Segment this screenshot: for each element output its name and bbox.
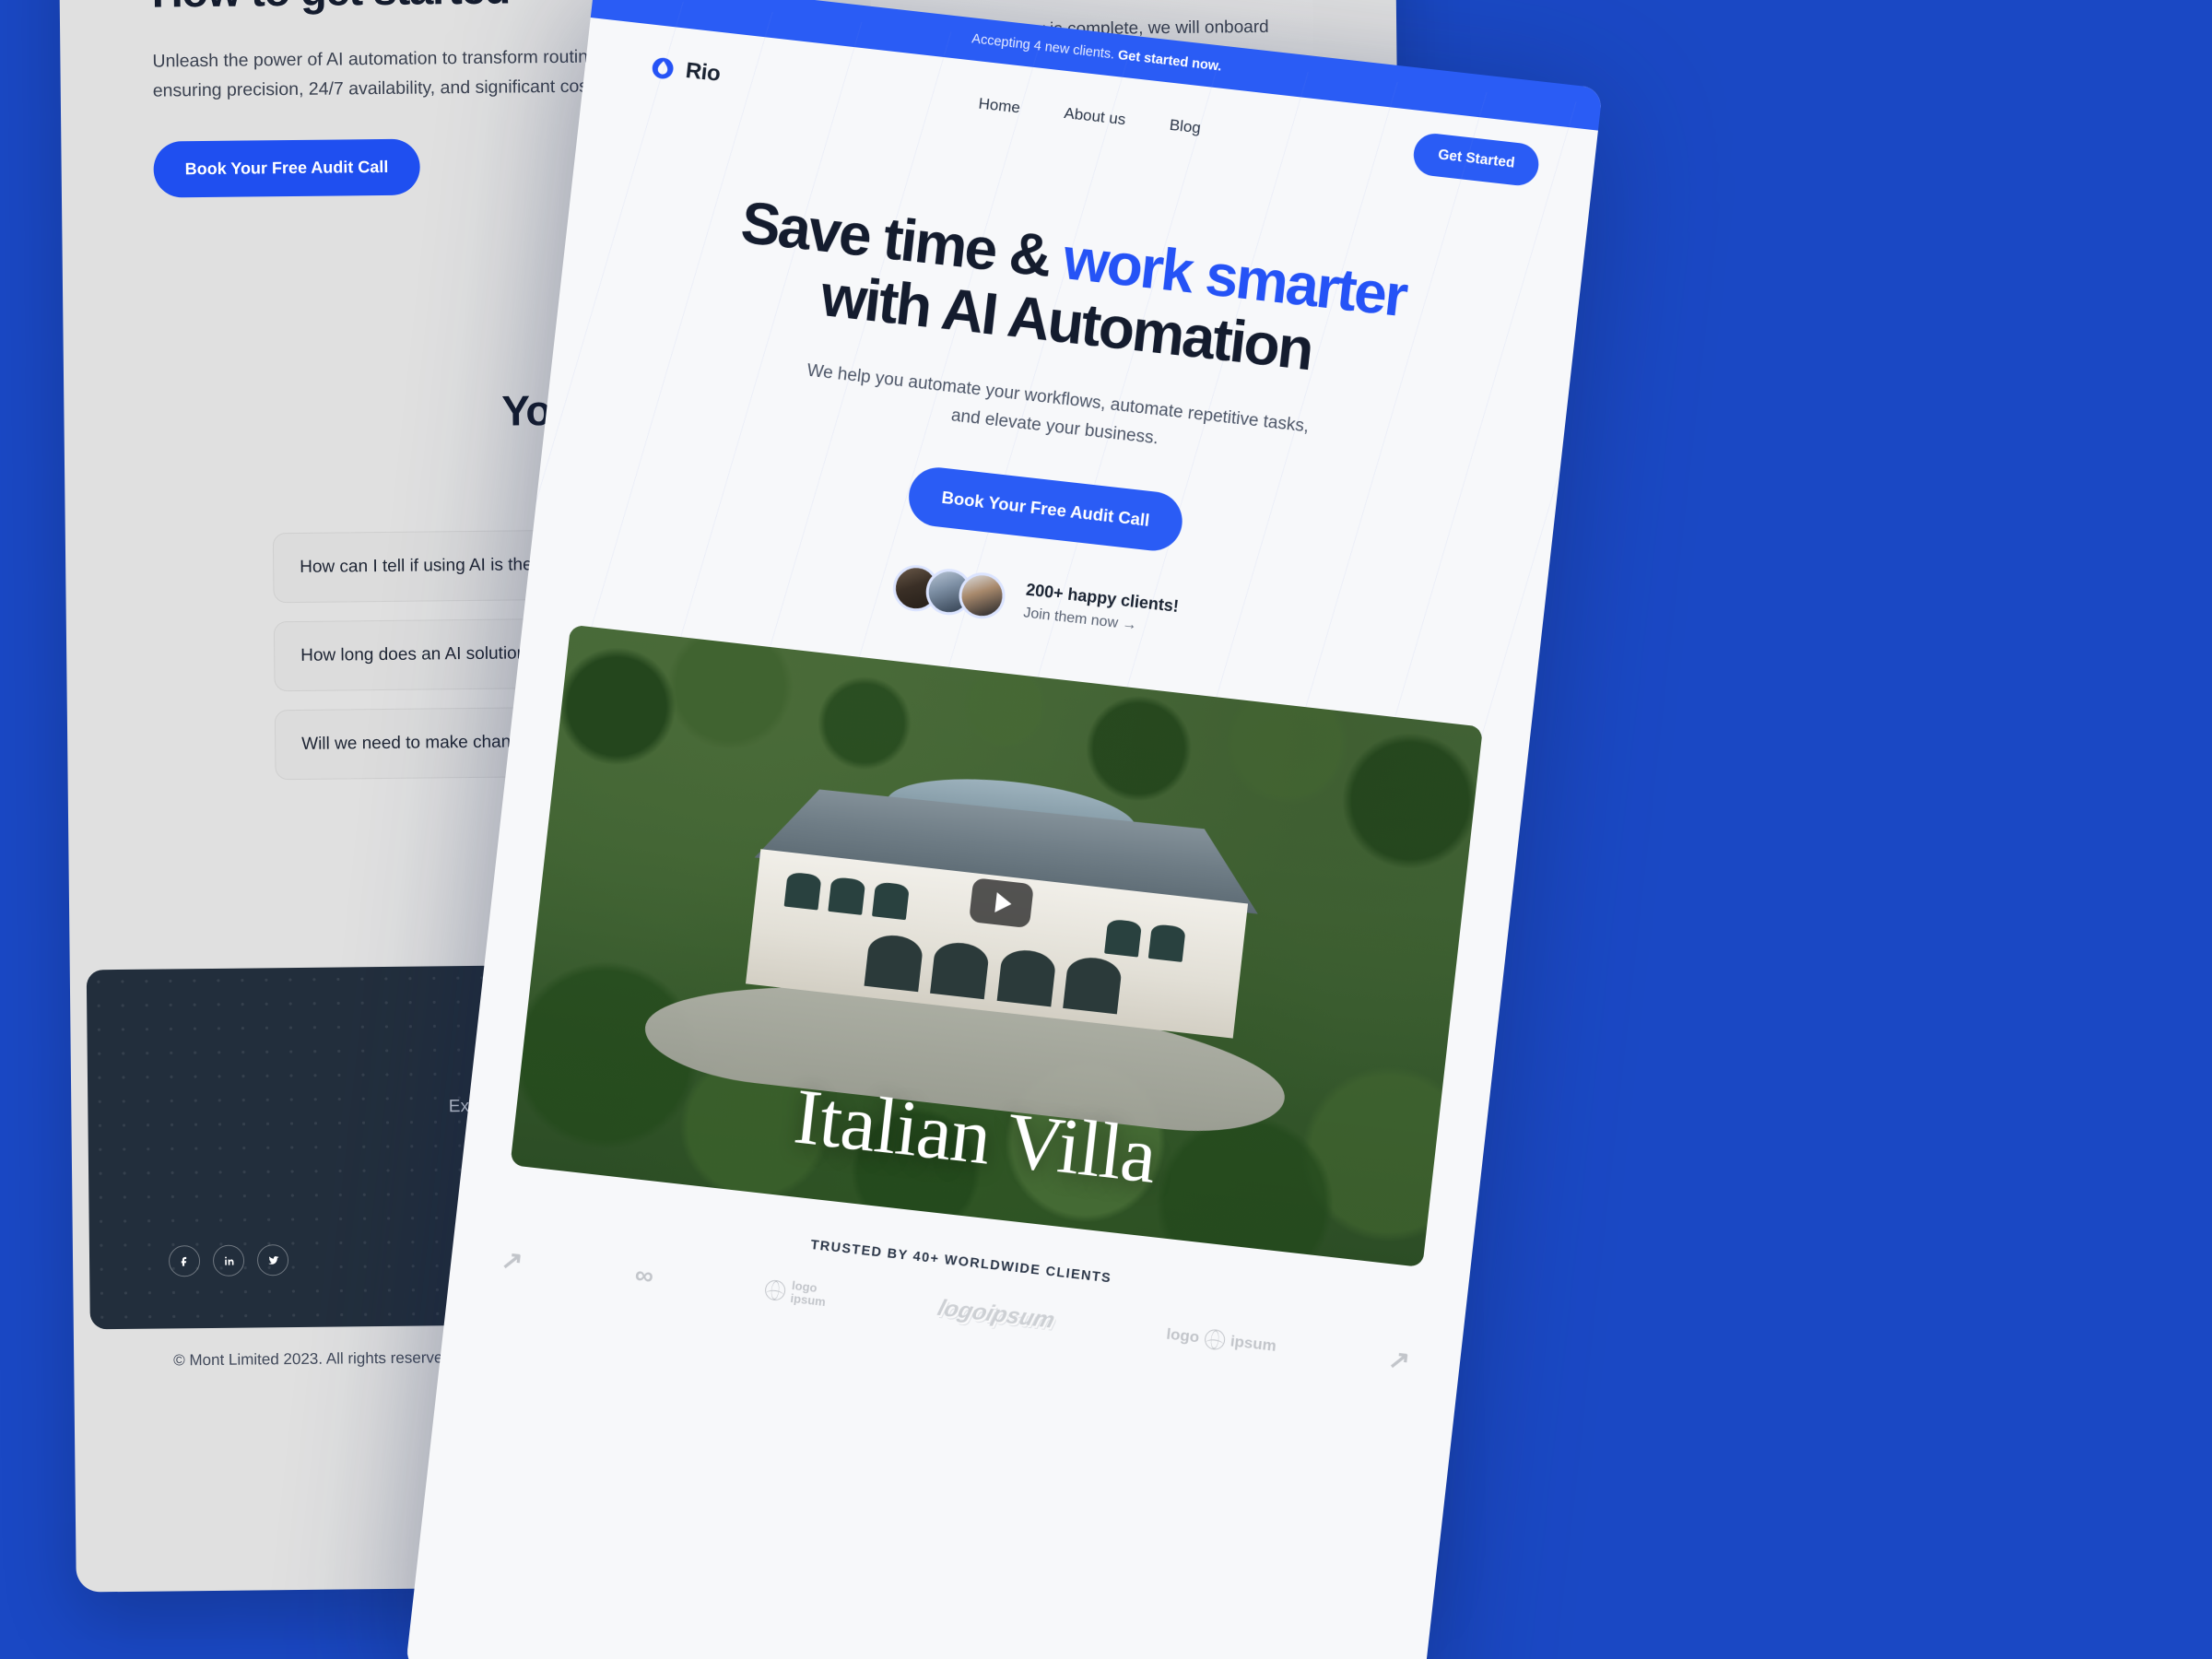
globe-icon	[1203, 1327, 1227, 1351]
avatar-group	[890, 562, 1007, 621]
nav-link-blog[interactable]: Blog	[1169, 116, 1202, 138]
client-logo-text2: ipsum	[789, 1290, 827, 1309]
client-logo: ∞	[633, 1259, 654, 1290]
nav-links: Home About us Blog	[978, 95, 1202, 138]
play-icon[interactable]	[969, 877, 1034, 929]
client-logo: ↗	[500, 1244, 524, 1277]
client-logo-text2: ipsum	[1230, 1331, 1277, 1355]
rio-droplet-logo-icon	[652, 57, 674, 79]
client-logo: logo ipsum	[1165, 1324, 1277, 1356]
hero-video-card[interactable]: Italian Villa	[510, 624, 1484, 1268]
announcement-plain: Accepting 4 new clients.	[971, 31, 1119, 64]
copyright-text: © Mont Limited 2023. All rights reserved…	[173, 1348, 456, 1370]
brand-logo[interactable]: Rio	[649, 54, 722, 88]
facebook-icon[interactable]	[168, 1245, 201, 1277]
client-logo-text: logo	[1165, 1324, 1201, 1347]
brand-name: Rio	[684, 57, 722, 87]
client-logo-text: logoipsum	[935, 1295, 1058, 1334]
twitter-icon[interactable]	[256, 1244, 289, 1277]
client-logo: logoipsum	[935, 1295, 1058, 1334]
nav-link-about-us[interactable]: About us	[1063, 104, 1127, 129]
how-to-audit-call-button[interactable]: Book Your Free Audit Call	[153, 138, 420, 198]
client-logo-glyph: ↗	[500, 1244, 525, 1277]
hero-headline: Save time & work smarter with AI Automat…	[614, 178, 1525, 406]
get-started-button[interactable]: Get Started	[1411, 131, 1541, 188]
nav-link-home[interactable]: Home	[978, 95, 1021, 118]
client-logo: ↗	[1387, 1344, 1412, 1376]
globe-icon	[764, 1278, 787, 1301]
social-links	[168, 1244, 289, 1277]
foreground-landing-page: Accepting 4 new clients. Get started now…	[405, 0, 1604, 1659]
client-logo-glyph: ∞	[633, 1259, 655, 1290]
linkedin-icon[interactable]	[212, 1244, 245, 1277]
announcement-link[interactable]: Get started now.	[1117, 48, 1222, 75]
client-logo-glyph: ↗	[1386, 1344, 1412, 1376]
presentation-canvas: How to get started Unleash the power of …	[0, 0, 2212, 1659]
hero-audit-call-button[interactable]: Book Your Free Audit Call	[905, 464, 1186, 554]
client-logo: logo ipsum	[764, 1277, 828, 1309]
